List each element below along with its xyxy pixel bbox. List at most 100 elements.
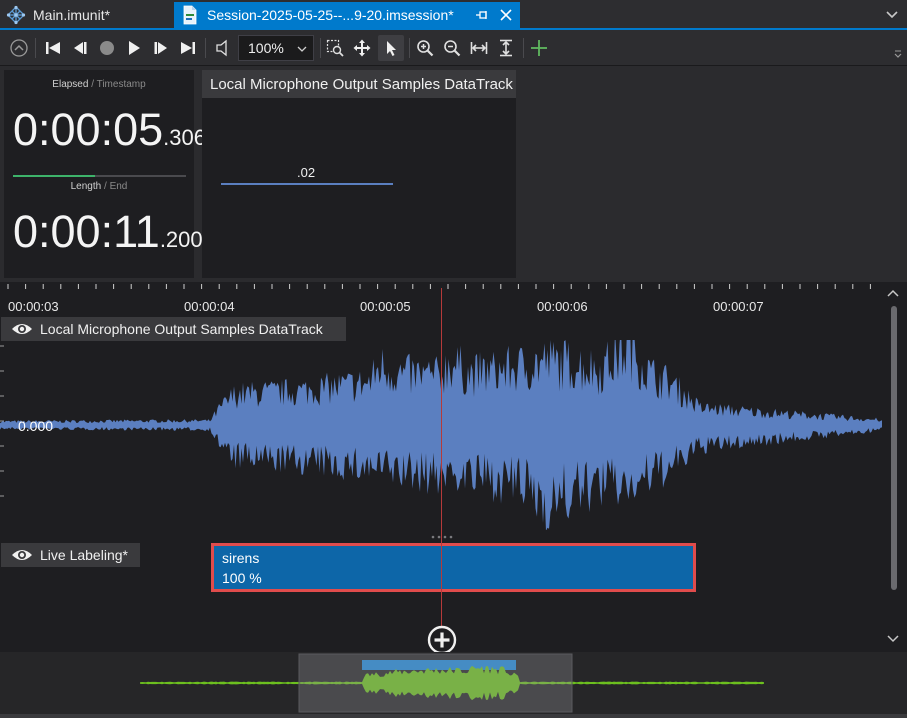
toolbar-separator bbox=[205, 38, 206, 58]
label-segment[interactable]: sirens 100 % bbox=[211, 543, 696, 592]
mute-button[interactable] bbox=[212, 37, 234, 59]
close-icon[interactable] bbox=[498, 7, 514, 23]
tab-main-imunit[interactable]: Main.imunit* bbox=[0, 2, 170, 28]
waveform-zero-value: 0.000 bbox=[18, 418, 54, 434]
ruler-ticks bbox=[7, 284, 871, 289]
timeline-area[interactable]: 00:00:03 00:00:04 00:00:05 00:00:06 00:0… bbox=[0, 282, 907, 655]
step-forward-button[interactable] bbox=[150, 37, 172, 59]
step-forward-icon bbox=[154, 42, 167, 54]
tick-label: 00:00:07 bbox=[713, 299, 764, 314]
elapsed-time: 0:00:05.306 bbox=[13, 104, 206, 156]
label-segment-confidence: 100 % bbox=[222, 570, 262, 586]
tab-main-label: Main.imunit* bbox=[33, 7, 111, 23]
scroll-up-icon[interactable] bbox=[887, 288, 899, 298]
label-segment-name: sirens bbox=[222, 550, 260, 566]
tab-session-label: Session-2025-05-25--...9-20.imsession* bbox=[207, 7, 454, 23]
step-back-button[interactable] bbox=[69, 37, 91, 59]
elapsed-time-main: 0:00:05 bbox=[13, 104, 164, 155]
speaker-icon bbox=[216, 39, 227, 57]
pin-icon[interactable] bbox=[474, 7, 490, 23]
pointer-icon bbox=[387, 41, 396, 56]
back-button[interactable] bbox=[8, 37, 30, 59]
play-button[interactable] bbox=[123, 37, 145, 59]
info-panels: Elapsed / Timestamp 0:00:05.306 Length /… bbox=[0, 66, 907, 282]
play-icon bbox=[129, 41, 140, 55]
tick-label: 00:00:04 bbox=[184, 299, 235, 314]
caption-separator: / bbox=[101, 181, 110, 192]
add-track-button[interactable] bbox=[528, 37, 550, 59]
label-track-label: Live Labeling* bbox=[40, 547, 128, 563]
pan-icon bbox=[353, 39, 371, 57]
timestamp-caption-text: Timestamp bbox=[96, 79, 146, 90]
zoom-out-icon bbox=[444, 40, 461, 57]
elapsed-progress-fill bbox=[13, 175, 95, 177]
skip-to-start-icon bbox=[46, 42, 60, 54]
add-icon bbox=[531, 40, 547, 56]
skip-to-end-button[interactable] bbox=[177, 37, 199, 59]
fit-vertical-icon bbox=[500, 39, 512, 57]
back-circle-icon bbox=[10, 39, 28, 57]
document-tab-strip: Main.imunit* Session-2025-05-25--...9-20… bbox=[0, 0, 907, 30]
toolbar-separator bbox=[320, 38, 321, 58]
toolbar-separator bbox=[35, 38, 36, 58]
chevron-down-icon[interactable] bbox=[885, 8, 899, 22]
pan-button[interactable] bbox=[351, 37, 373, 59]
overview-waveform[interactable] bbox=[0, 652, 907, 718]
toolbar-overflow-icon[interactable] bbox=[893, 48, 903, 60]
session-file-icon bbox=[183, 5, 197, 25]
elapsed-progress-bar bbox=[13, 175, 186, 177]
eye-icon[interactable] bbox=[11, 322, 33, 336]
length-caption-text: Length bbox=[70, 181, 102, 192]
audio-track-header[interactable]: Local Microphone Output Samples DataTrac… bbox=[1, 317, 346, 341]
step-back-icon bbox=[74, 42, 87, 54]
overview-strip[interactable] bbox=[0, 652, 907, 718]
toolbar: 100% bbox=[0, 30, 907, 66]
zoom-in-button[interactable] bbox=[414, 37, 436, 59]
network-icon bbox=[6, 5, 26, 25]
zoom-dropdown[interactable]: 100% bbox=[238, 35, 314, 61]
zoom-rect-button[interactable] bbox=[324, 37, 346, 59]
fit-vertical-button[interactable] bbox=[495, 37, 517, 59]
elapsed-caption: Elapsed / Timestamp bbox=[4, 79, 194, 90]
audio-track-label: Local Microphone Output Samples DataTrac… bbox=[40, 321, 323, 337]
track-splitter-handle[interactable] bbox=[431, 535, 453, 539]
caption-separator: / bbox=[88, 79, 97, 90]
label-track-header[interactable]: Live Labeling* bbox=[1, 543, 140, 567]
playback-cursor[interactable] bbox=[441, 288, 442, 628]
skip-to-end-icon bbox=[181, 42, 195, 54]
toolbar-separator bbox=[409, 38, 410, 58]
record-button[interactable] bbox=[96, 37, 118, 59]
elapsed-caption-text: Elapsed bbox=[52, 79, 89, 90]
chevron-down-icon bbox=[297, 46, 307, 52]
tick-label: 00:00:05 bbox=[360, 299, 411, 314]
length-caption: Length / End bbox=[4, 181, 194, 192]
fit-horizontal-icon bbox=[470, 42, 488, 54]
elapsed-time-ms: .306 bbox=[163, 125, 206, 150]
zoom-in-icon bbox=[417, 40, 434, 57]
length-time-ms: .200 bbox=[159, 227, 203, 252]
skip-to-start-button[interactable] bbox=[42, 37, 64, 59]
vertical-scrollbar-thumb[interactable] bbox=[891, 306, 897, 590]
audio-waveform[interactable] bbox=[0, 340, 884, 530]
datatrack-preview-line bbox=[221, 183, 393, 185]
datatrack-preview-title: Local Microphone Output Samples DataTrac… bbox=[202, 70, 516, 98]
zoom-rect-icon bbox=[326, 39, 344, 57]
tick-label: 00:00:06 bbox=[537, 299, 588, 314]
eye-icon[interactable] bbox=[11, 548, 33, 562]
toolbar-separator bbox=[523, 38, 524, 58]
time-panel: Elapsed / Timestamp 0:00:05.306 Length /… bbox=[4, 70, 206, 278]
select-pointer-button[interactable] bbox=[378, 35, 404, 61]
add-circle-icon[interactable] bbox=[427, 625, 457, 655]
scroll-down-icon[interactable] bbox=[887, 634, 899, 644]
length-time: 0:00:11.200 bbox=[13, 206, 203, 258]
fit-horizontal-button[interactable] bbox=[468, 37, 490, 59]
datatrack-preview-value: .02 bbox=[297, 165, 316, 180]
end-caption-text: End bbox=[109, 181, 128, 192]
zoom-value: 100% bbox=[248, 40, 284, 56]
record-icon bbox=[100, 41, 114, 55]
tab-session[interactable]: Session-2025-05-25--...9-20.imsession* bbox=[174, 2, 520, 28]
length-time-main: 0:00:11 bbox=[13, 206, 160, 257]
datatrack-preview-panel: Local Microphone Output Samples DataTrac… bbox=[202, 70, 516, 278]
zoom-out-button[interactable] bbox=[441, 37, 463, 59]
time-ruler[interactable]: 00:00:03 00:00:04 00:00:05 00:00:06 00:0… bbox=[0, 282, 880, 318]
